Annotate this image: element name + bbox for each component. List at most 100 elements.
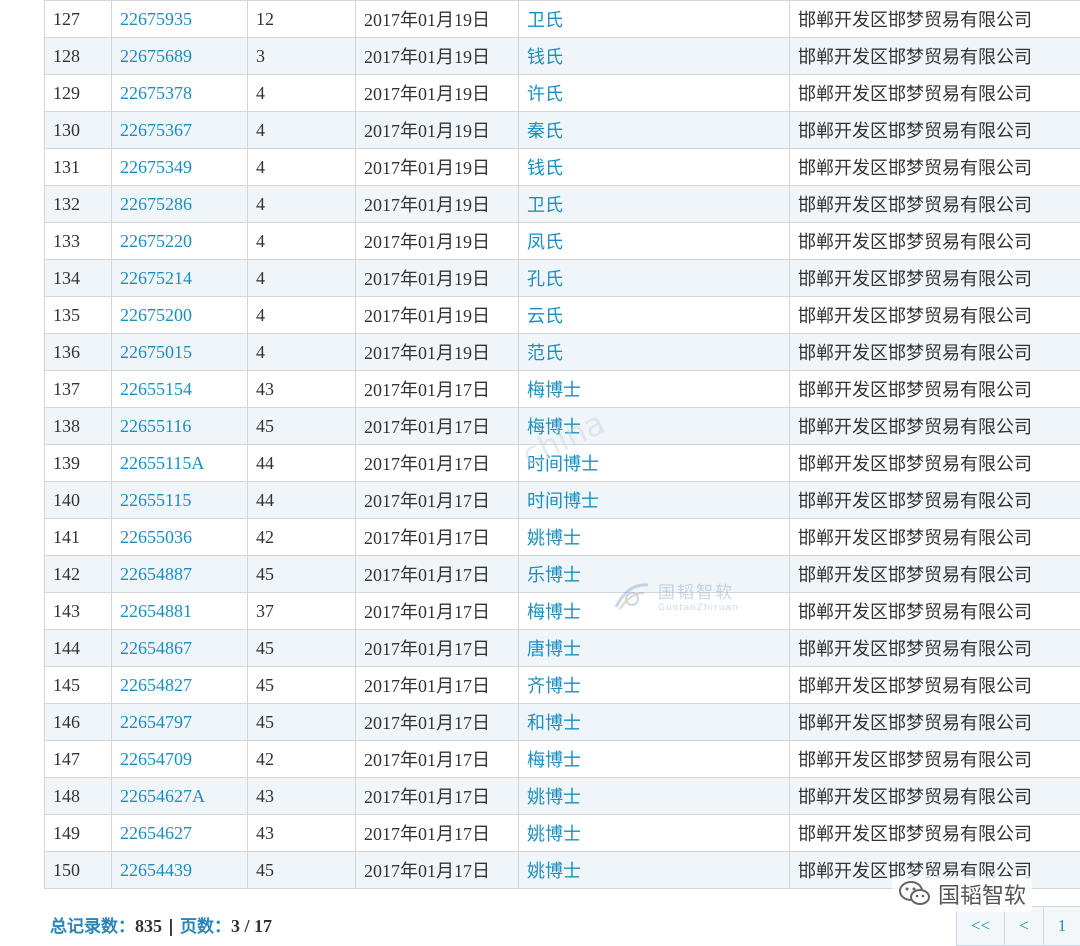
cell-reg[interactable]: 22675935	[112, 1, 248, 38]
cell-name[interactable]: 时间博士	[519, 482, 790, 519]
trademark-name-link[interactable]: 乐博士	[527, 565, 581, 585]
cell-reg[interactable]: 22655115	[112, 482, 248, 519]
cell-reg[interactable]: 22654797	[112, 704, 248, 741]
registration-number-link[interactable]: 22675367	[120, 120, 192, 140]
trademark-name-link[interactable]: 时间博士	[527, 454, 599, 474]
cell-name[interactable]: 唐博士	[519, 630, 790, 667]
trademark-name-link[interactable]: 梅博士	[527, 602, 581, 622]
cell-reg[interactable]: 22654709	[112, 741, 248, 778]
cell-name[interactable]: 卫氏	[519, 1, 790, 38]
trademark-name-link[interactable]: 凤氏	[527, 232, 563, 252]
registration-number-link[interactable]: 22655036	[120, 527, 192, 547]
cell-name[interactable]: 姚博士	[519, 778, 790, 815]
cell-reg[interactable]: 22675367	[112, 112, 248, 149]
trademark-name-link[interactable]: 梅博士	[527, 750, 581, 770]
registration-number-link[interactable]: 22675200	[120, 305, 192, 325]
registration-number-link[interactable]: 22654887	[120, 564, 192, 584]
registration-number-link[interactable]: 22654797	[120, 712, 192, 732]
class-number: 44	[256, 490, 274, 510]
trademark-name-link[interactable]: 姚博士	[527, 787, 581, 807]
registration-number-link[interactable]: 22675349	[120, 157, 192, 177]
trademark-name-link[interactable]: 云氏	[527, 306, 563, 326]
trademark-name-link[interactable]: 梅博士	[527, 380, 581, 400]
cell-name[interactable]: 范氏	[519, 334, 790, 371]
cell-name[interactable]: 孔氏	[519, 260, 790, 297]
registration-number-link[interactable]: 22655154	[120, 379, 192, 399]
trademark-name-link[interactable]: 齐博士	[527, 676, 581, 696]
cell-reg[interactable]: 22675689	[112, 38, 248, 75]
cell-reg[interactable]: 22654627A	[112, 778, 248, 815]
cell-reg[interactable]: 22675200	[112, 297, 248, 334]
cell-reg[interactable]: 22655036	[112, 519, 248, 556]
registration-number-link[interactable]: 22655115	[120, 490, 191, 510]
cell-name[interactable]: 卫氏	[519, 186, 790, 223]
cell-name[interactable]: 钱氏	[519, 149, 790, 186]
cell-reg[interactable]: 22655116	[112, 408, 248, 445]
registration-number-link[interactable]: 22654881	[120, 601, 192, 621]
cell-reg[interactable]: 22675214	[112, 260, 248, 297]
cell-name[interactable]: 和博士	[519, 704, 790, 741]
cell-name[interactable]: 姚博士	[519, 852, 790, 889]
trademark-name-link[interactable]: 孔氏	[527, 269, 563, 289]
registration-number-link[interactable]: 22675689	[120, 46, 192, 66]
cell-name[interactable]: 钱氏	[519, 38, 790, 75]
first-page-button[interactable]: <<	[956, 906, 1005, 946]
trademark-name-link[interactable]: 姚博士	[527, 861, 581, 881]
cell-name[interactable]: 云氏	[519, 297, 790, 334]
cell-name[interactable]: 许氏	[519, 75, 790, 112]
cell-name[interactable]: 齐博士	[519, 667, 790, 704]
registration-number-link[interactable]: 22654827	[120, 675, 192, 695]
trademark-name-link[interactable]: 和博士	[527, 713, 581, 733]
cell-reg[interactable]: 22675015	[112, 334, 248, 371]
trademark-name-link[interactable]: 钱氏	[527, 47, 563, 67]
registration-number-link[interactable]: 22654867	[120, 638, 192, 658]
trademark-name-link[interactable]: 唐博士	[527, 639, 581, 659]
registration-number-link[interactable]: 22655115A	[120, 453, 204, 473]
registration-number-link[interactable]: 22654627A	[120, 786, 205, 806]
cell-name[interactable]: 梅博士	[519, 371, 790, 408]
prev-page-button[interactable]: <	[1004, 906, 1044, 946]
cell-reg[interactable]: 22655115A	[112, 445, 248, 482]
cell-reg[interactable]: 22675378	[112, 75, 248, 112]
cell-name[interactable]: 梅博士	[519, 593, 790, 630]
registration-number-link[interactable]: 22654627	[120, 823, 192, 843]
cell-name[interactable]: 梅博士	[519, 408, 790, 445]
cell-reg[interactable]: 22654881	[112, 593, 248, 630]
registration-number-link[interactable]: 22675935	[120, 9, 192, 29]
trademark-name-link[interactable]: 许氏	[527, 84, 563, 104]
cell-reg[interactable]: 22655154	[112, 371, 248, 408]
cell-reg[interactable]: 22675220	[112, 223, 248, 260]
trademark-name-link[interactable]: 姚博士	[527, 824, 581, 844]
trademark-name-link[interactable]: 姚博士	[527, 528, 581, 548]
cell-name[interactable]: 姚博士	[519, 519, 790, 556]
cell-reg[interactable]: 22654827	[112, 667, 248, 704]
registration-number-link[interactable]: 22654439	[120, 860, 192, 880]
trademark-name-link[interactable]: 卫氏	[527, 10, 563, 30]
trademark-name-link[interactable]: 钱氏	[527, 158, 563, 178]
cell-name[interactable]: 秦氏	[519, 112, 790, 149]
trademark-name-link[interactable]: 秦氏	[527, 121, 563, 141]
trademark-name-link[interactable]: 范氏	[527, 343, 563, 363]
cell-name[interactable]: 时间博士	[519, 445, 790, 482]
registration-number-link[interactable]: 22654709	[120, 749, 192, 769]
trademark-name-link[interactable]: 卫氏	[527, 195, 563, 215]
cell-reg[interactable]: 22654867	[112, 630, 248, 667]
cell-reg[interactable]: 22675349	[112, 149, 248, 186]
registration-number-link[interactable]: 22675214	[120, 268, 192, 288]
cell-reg[interactable]: 22654439	[112, 852, 248, 889]
cell-name[interactable]: 乐博士	[519, 556, 790, 593]
cell-name[interactable]: 姚博士	[519, 815, 790, 852]
cell-name[interactable]: 凤氏	[519, 223, 790, 260]
trademark-name-link[interactable]: 梅博士	[527, 417, 581, 437]
registration-number-link[interactable]: 22675378	[120, 83, 192, 103]
cell-name[interactable]: 梅博士	[519, 741, 790, 778]
registration-number-link[interactable]: 22675015	[120, 342, 192, 362]
cell-reg[interactable]: 22654627	[112, 815, 248, 852]
cell-reg[interactable]: 22675286	[112, 186, 248, 223]
page-1-button[interactable]: 1	[1043, 906, 1080, 946]
trademark-name-link[interactable]: 时间博士	[527, 491, 599, 511]
cell-reg[interactable]: 22654887	[112, 556, 248, 593]
registration-number-link[interactable]: 22655116	[120, 416, 191, 436]
registration-number-link[interactable]: 22675220	[120, 231, 192, 251]
registration-number-link[interactable]: 22675286	[120, 194, 192, 214]
